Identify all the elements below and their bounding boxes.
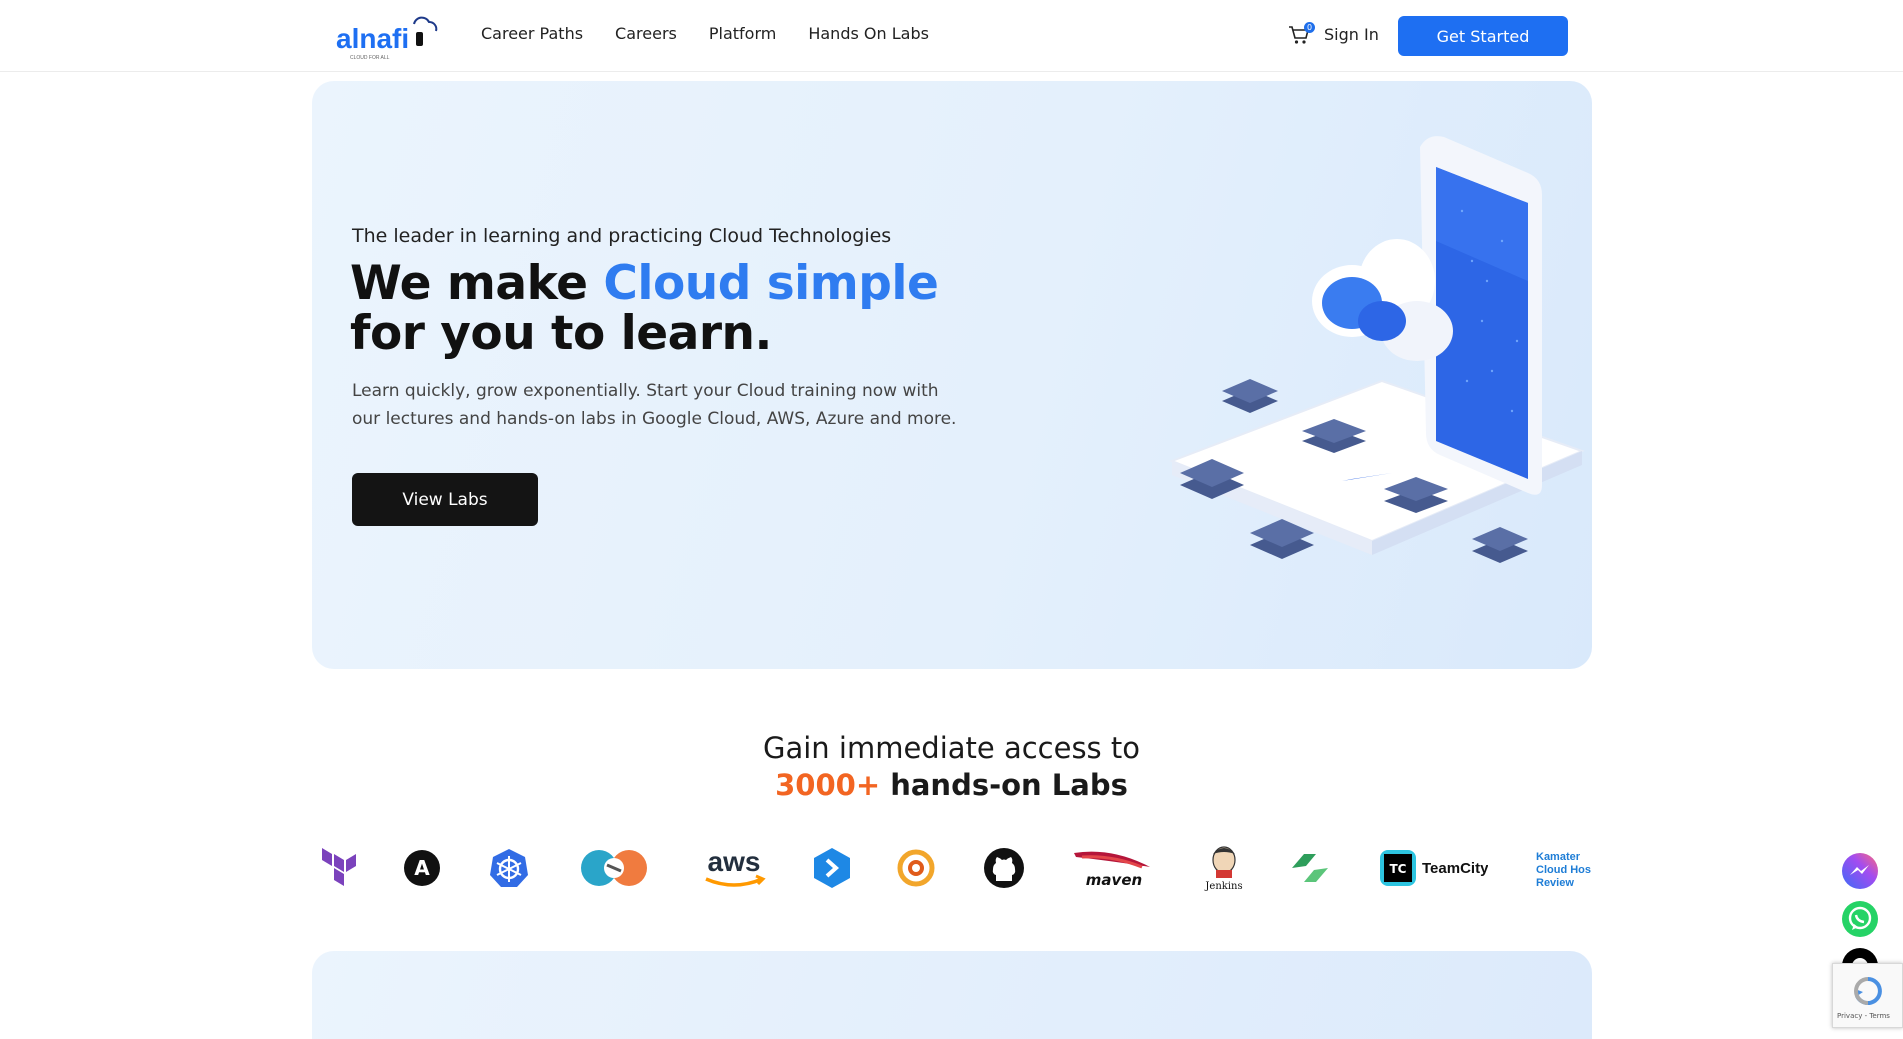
sign-in-link[interactable]: Sign In — [1324, 25, 1379, 44]
teamcity-icon: TC TeamCity — [1378, 838, 1488, 898]
labs-heading: Gain immediate access to 3000+ hands-on … — [0, 730, 1903, 804]
ansible-icon: A — [402, 838, 442, 898]
cart-count-badge: 0 — [1304, 22, 1315, 33]
maven-icon: maven — [1072, 838, 1152, 898]
sync-icon — [1288, 838, 1332, 898]
recaptcha-badge[interactable]: Privacy - Terms — [1832, 963, 1903, 1028]
nav-hands-on-labs[interactable]: Hands On Labs — [808, 24, 929, 43]
whatsapp-icon[interactable] — [1841, 900, 1879, 938]
svg-text:Jenkins: Jenkins — [1204, 881, 1242, 892]
hero-headline: We make Cloud simple for you to learn. — [350, 256, 939, 361]
alnafi-logo[interactable]: alnafi CLOUD FOR ALL — [334, 10, 444, 62]
brand-text: alnafi — [336, 23, 409, 54]
jenkins-icon: Jenkins — [1194, 838, 1254, 898]
labs-count: 3000+ — [775, 768, 881, 802]
labs-heading-rest: hands-on Labs — [880, 768, 1128, 802]
hero-subtext: Learn quickly, grow exponentially. Start… — [352, 381, 957, 429]
nav-careers[interactable]: Careers — [615, 24, 677, 43]
svg-text:TeamCity: TeamCity — [1422, 860, 1488, 877]
headline-accent: Cloud simple — [603, 256, 939, 311]
labs-heading-line1: Gain immediate access to — [762, 731, 1140, 765]
get-started-button[interactable]: Get Started — [1398, 16, 1568, 56]
kubernetes-icon — [488, 838, 530, 898]
next-section-card — [312, 951, 1592, 1039]
hero-eyebrow: The leader in learning and practicing Cl… — [352, 225, 892, 247]
cloud-sync-icon — [577, 838, 653, 898]
grafana-icon — [896, 838, 936, 898]
recaptcha-icon — [1854, 977, 1882, 1005]
hero-section: The leader in learning and practicing Cl… — [312, 81, 1592, 669]
azure-devops-icon — [812, 838, 852, 898]
labs-heading-line2: 3000+ hands-on Labs — [0, 767, 1903, 804]
terraform-icon — [322, 838, 358, 898]
svg-text:Review: Review — [1536, 877, 1574, 889]
cloud-phone-illustration — [1169, 136, 1585, 563]
kamatera-icon: Kamater Cloud Hos Review — [1534, 838, 1592, 898]
github-icon — [982, 838, 1026, 898]
nav-platform[interactable]: Platform — [709, 24, 776, 43]
svg-text:A: A — [414, 856, 430, 880]
messenger-icon[interactable] — [1841, 852, 1879, 890]
svg-text:TC: TC — [1390, 862, 1407, 876]
nav-career-paths[interactable]: Career Paths — [481, 24, 583, 43]
tech-logos-strip: A aws maven Jenkins TC TeamCity Kamater Cl… — [312, 838, 1592, 898]
headline-part2: for you to learn. — [350, 306, 772, 361]
aws-icon: aws — [700, 838, 768, 898]
svg-text:aws: aws — [708, 846, 761, 877]
svg-text:maven: maven — [1086, 871, 1142, 889]
svg-text:Kamater: Kamater — [1536, 851, 1581, 863]
view-labs-button[interactable]: View Labs — [352, 473, 538, 526]
top-navbar: alnafi CLOUD FOR ALL Career Paths Career… — [0, 0, 1903, 72]
svg-text:Cloud Hos: Cloud Hos — [1536, 864, 1591, 876]
headline-part1: We make — [350, 256, 604, 311]
main-nav: Career Paths Careers Platform Hands On L… — [481, 24, 961, 43]
recaptcha-privacy-terms[interactable]: Privacy - Terms — [1837, 1012, 1890, 1020]
brand-tagline: CLOUD FOR ALL — [350, 55, 390, 61]
